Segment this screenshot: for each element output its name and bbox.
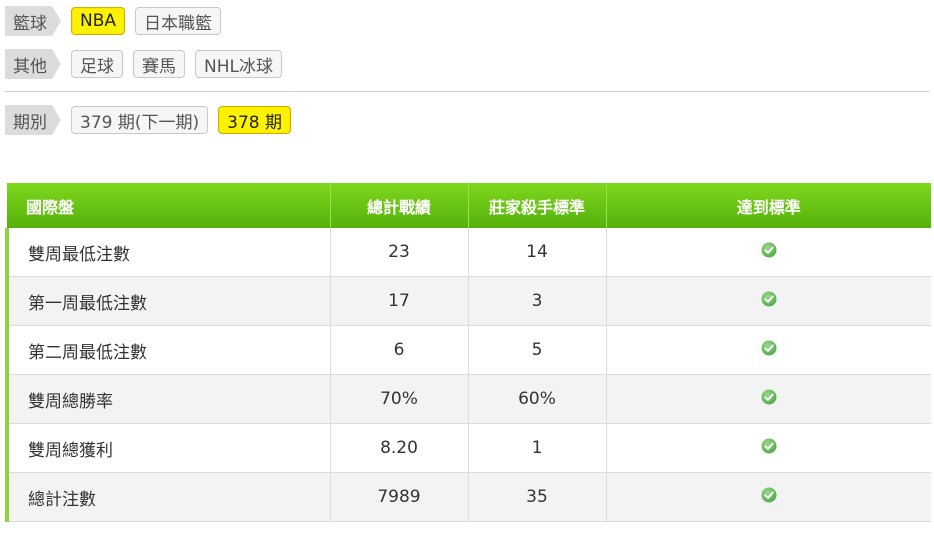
check-icon bbox=[761, 291, 777, 307]
filter-label-basketball: 籃球 bbox=[5, 6, 61, 36]
table-header-row: 國際盤 總計戰績 莊家殺手標準 達到標準 bbox=[7, 183, 931, 228]
row-name: 總計注數 bbox=[5, 472, 331, 522]
row-met-standard bbox=[606, 423, 931, 473]
chip-soccer[interactable]: 足球 bbox=[71, 50, 123, 78]
row-met-standard bbox=[606, 276, 931, 326]
row-record: 8.20 bbox=[330, 423, 469, 473]
row-standard: 35 bbox=[468, 472, 607, 522]
header-total-record: 總計戰績 bbox=[330, 183, 469, 228]
filter-row-period: 期別 379 期(下一期) 378 期 bbox=[5, 105, 291, 135]
row-standard: 60% bbox=[468, 374, 607, 424]
row-record: 6 bbox=[330, 325, 469, 375]
check-icon bbox=[761, 487, 777, 503]
check-icon bbox=[761, 438, 777, 454]
row-name: 第二周最低注數 bbox=[5, 325, 331, 375]
filter-label-other: 其他 bbox=[5, 49, 61, 79]
filter-label-period: 期別 bbox=[5, 105, 61, 135]
table-row: 雙周總獲利 8.20 1 bbox=[5, 423, 931, 473]
check-icon bbox=[761, 242, 777, 258]
chip-japan-basketball[interactable]: 日本職籃 bbox=[135, 7, 222, 35]
header-international: 國際盤 bbox=[7, 183, 331, 228]
table-row: 雙周最低注數 23 14 bbox=[5, 228, 931, 277]
row-met-standard bbox=[606, 374, 931, 424]
row-name: 第一周最低注數 bbox=[5, 276, 331, 326]
row-record: 70% bbox=[330, 374, 469, 424]
filter-row-basketball: 籃球 NBA 日本職籃 bbox=[5, 6, 222, 36]
table-row: 第一周最低注數 17 3 bbox=[5, 276, 931, 326]
chip-horse-racing[interactable]: 賽馬 bbox=[133, 50, 185, 78]
row-standard: 3 bbox=[468, 276, 607, 326]
header-killer-standard: 莊家殺手標準 bbox=[468, 183, 607, 228]
header-met-standard: 達到標準 bbox=[606, 183, 931, 228]
row-met-standard bbox=[606, 228, 931, 277]
table-row: 總計注數 7989 35 bbox=[5, 472, 931, 522]
table-body: 雙周最低注數 23 14 第一周最低注數 17 3 第二周最低注數 6 5 雙周總勝率 70% 60%… bbox=[5, 228, 931, 522]
row-record: 7989 bbox=[330, 472, 469, 522]
row-name: 雙周最低注數 bbox=[5, 228, 331, 277]
stats-table: 國際盤 總計戰績 莊家殺手標準 達到標準 雙周最低注數 23 14 第一周最低注數 17… bbox=[5, 183, 931, 522]
row-standard: 5 bbox=[468, 325, 607, 375]
table-row: 雙周總勝率 70% 60% bbox=[5, 374, 931, 424]
chip-period-379[interactable]: 379 期(下一期) bbox=[71, 106, 209, 134]
chip-nhl-hockey[interactable]: NHL冰球 bbox=[195, 50, 282, 78]
row-name: 雙周總勝率 bbox=[5, 374, 331, 424]
row-met-standard bbox=[606, 472, 931, 522]
chip-nba[interactable]: NBA bbox=[71, 7, 126, 35]
row-standard: 14 bbox=[468, 228, 607, 277]
row-record: 23 bbox=[330, 228, 469, 277]
row-met-standard bbox=[606, 325, 931, 375]
filter-row-other: 其他 足球 賽馬 NHL冰球 bbox=[5, 49, 282, 79]
check-icon bbox=[761, 340, 777, 356]
row-record: 17 bbox=[330, 276, 469, 326]
filter-divider bbox=[5, 91, 929, 92]
check-icon bbox=[761, 389, 777, 405]
row-standard: 1 bbox=[468, 423, 607, 473]
table-row: 第二周最低注數 6 5 bbox=[5, 325, 931, 375]
chip-period-378[interactable]: 378 期 bbox=[218, 106, 291, 134]
row-name: 雙周總獲利 bbox=[5, 423, 331, 473]
